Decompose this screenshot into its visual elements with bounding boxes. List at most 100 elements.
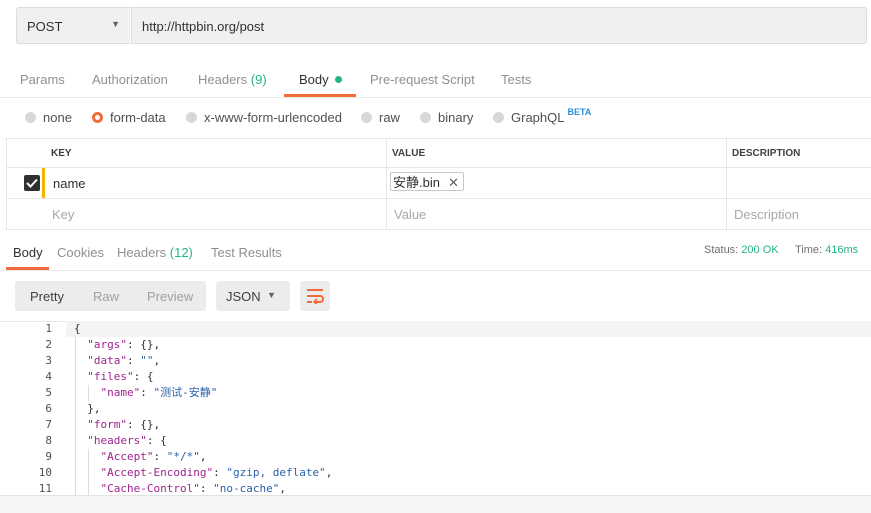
- line-number: 11: [38, 482, 52, 495]
- status-label: Status:: [704, 244, 739, 256]
- time-value: 416ms: [825, 244, 859, 256]
- radio-binary[interactable]: binary: [420, 110, 473, 125]
- divider: [6, 138, 871, 139]
- status-value: 200 OK: [741, 244, 779, 256]
- language-select[interactable]: JSON ▼: [216, 281, 290, 311]
- file-name: 安静.bin: [393, 175, 440, 190]
- line-number: 6: [45, 402, 52, 415]
- code-line: "name": "测试-安静": [100, 386, 218, 399]
- tab-response-headers[interactable]: Headers (12): [117, 245, 193, 260]
- format-button-group: Pretty Raw Preview: [15, 281, 206, 311]
- radio-circle-icon: [493, 112, 504, 123]
- line-number: 7: [45, 418, 52, 431]
- radio-graphql[interactable]: GraphQL BETA: [493, 107, 592, 125]
- radio-graphql-label: GraphQL: [511, 110, 565, 125]
- radio-raw[interactable]: raw: [361, 110, 400, 125]
- divider: [726, 138, 727, 230]
- line-number: 9: [45, 450, 52, 463]
- line-number: 4: [45, 370, 52, 383]
- time-label: Time:: [795, 244, 823, 256]
- line-number-gutter: 1 2 3 4 5 6 7 8 9 10 11: [0, 321, 52, 495]
- chevron-down-icon: ▼: [267, 290, 276, 300]
- radio-none[interactable]: none: [25, 110, 72, 125]
- tab-test-results[interactable]: Test Results: [211, 245, 282, 260]
- divider: [6, 229, 871, 230]
- radio-raw-label: raw: [379, 110, 400, 125]
- method-label: POST: [27, 19, 63, 34]
- divider: [6, 167, 871, 168]
- checkbox-checked-icon[interactable]: [24, 175, 40, 191]
- tab-headers-label: Headers: [198, 72, 248, 87]
- tab-headers[interactable]: Headers (9): [198, 72, 267, 87]
- radio-circle-icon: [25, 112, 36, 123]
- row-key-value[interactable]: name: [53, 176, 86, 191]
- status-info: Status: 200 OK: [704, 244, 779, 256]
- code-lines: { "args": {}, "data": "", "files": { "na…: [74, 321, 332, 495]
- close-icon[interactable]: ✕: [448, 175, 459, 190]
- code-line: "Accept": "*/*",: [100, 450, 207, 463]
- tab-cookies[interactable]: Cookies: [57, 245, 104, 260]
- radio-circle-icon: [420, 112, 431, 123]
- tab-tests[interactable]: Tests: [501, 72, 531, 87]
- key-input[interactable]: Key: [52, 207, 74, 222]
- tab-response-headers-count: (12): [169, 245, 193, 260]
- time-info: Time: 416ms: [795, 244, 858, 256]
- column-header-key: KEY: [51, 148, 72, 159]
- file-chip[interactable]: 安静.bin ✕: [390, 172, 464, 191]
- tab-params[interactable]: Params: [20, 72, 65, 87]
- tab-response-headers-label: Headers: [117, 245, 167, 260]
- divider: [0, 97, 871, 98]
- tab-body[interactable]: Body: [299, 72, 342, 87]
- tab-authorization[interactable]: Authorization: [92, 72, 168, 87]
- code-line: "Accept-Encoding": "gzip, deflate",: [100, 466, 333, 479]
- radio-none-label: none: [43, 110, 72, 125]
- radio-form-data-label: form-data: [110, 110, 166, 125]
- code-line: "args": {},: [87, 338, 161, 351]
- code-line: "headers": {: [87, 434, 167, 447]
- line-number: 2: [45, 338, 52, 351]
- preview-button[interactable]: Preview: [147, 289, 193, 304]
- code-line: "data": "",: [87, 354, 161, 367]
- line-number: 8: [45, 434, 52, 447]
- value-input[interactable]: Value: [394, 207, 426, 222]
- code-line: "form": {},: [87, 418, 161, 431]
- bottom-bar: [0, 495, 871, 513]
- form-data-table: KEY VALUE DESCRIPTION name 安静.bin ✕ Key V…: [6, 138, 871, 230]
- wrap-lines-button[interactable]: [300, 281, 330, 311]
- tab-headers-count: (9): [250, 72, 267, 87]
- response-code-viewer[interactable]: 1 2 3 4 5 6 7 8 9 10 11 { "args": {}, "data": "", …: [0, 321, 871, 495]
- code-line: },: [74, 402, 101, 415]
- radio-urlencoded-label: x-www-form-urlencoded: [204, 110, 342, 125]
- radio-x-www-form-urlencoded[interactable]: x-www-form-urlencoded: [186, 110, 342, 125]
- radio-form-data[interactable]: form-data: [92, 110, 166, 125]
- row-marker: [42, 168, 45, 198]
- divider: [0, 270, 871, 271]
- language-label: JSON: [226, 289, 261, 304]
- url-input[interactable]: http://httpbin.org/post: [131, 7, 867, 44]
- tab-body-label: Body: [299, 72, 329, 87]
- pretty-button[interactable]: Pretty: [30, 289, 64, 304]
- method-select[interactable]: POST ▼: [16, 7, 130, 44]
- chevron-down-icon: ▼: [111, 19, 120, 29]
- radio-circle-icon: [361, 112, 372, 123]
- modified-dot-icon: [334, 76, 342, 83]
- tab-response-body[interactable]: Body: [13, 245, 43, 260]
- url-value: http://httpbin.org/post: [142, 19, 265, 34]
- divider: [6, 138, 7, 230]
- raw-button[interactable]: Raw: [93, 289, 119, 304]
- column-header-value: VALUE: [392, 148, 426, 159]
- divider: [386, 138, 387, 230]
- code-line: "Cache-Control": "no-cache",: [100, 482, 286, 495]
- column-header-description: DESCRIPTION: [732, 148, 801, 159]
- radio-binary-label: binary: [438, 110, 474, 125]
- radio-selected-icon: [92, 112, 103, 123]
- description-input[interactable]: Description: [734, 207, 799, 222]
- beta-badge: BETA: [567, 107, 592, 117]
- radio-circle-icon: [186, 112, 197, 123]
- tab-pre-request-script[interactable]: Pre-request Script: [370, 72, 475, 87]
- line-number: 5: [45, 386, 52, 399]
- code-line: {: [74, 322, 81, 335]
- line-number: 3: [45, 354, 52, 367]
- wrap-lines-icon: [307, 289, 324, 304]
- code-line: "files": {: [87, 370, 154, 383]
